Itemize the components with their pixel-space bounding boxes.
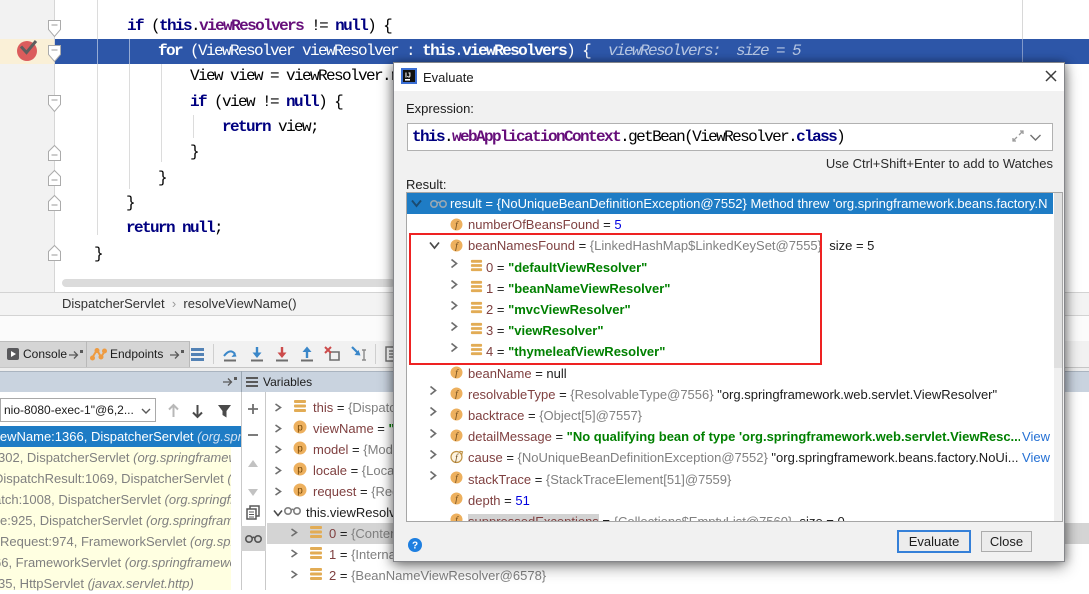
svg-text:IJ: IJ (405, 73, 411, 80)
svg-text:p: p (297, 486, 303, 497)
svg-text:p: p (297, 444, 303, 455)
svg-text:?: ? (412, 541, 418, 552)
svg-text:p: p (297, 423, 303, 434)
svg-text:p: p (297, 465, 303, 476)
